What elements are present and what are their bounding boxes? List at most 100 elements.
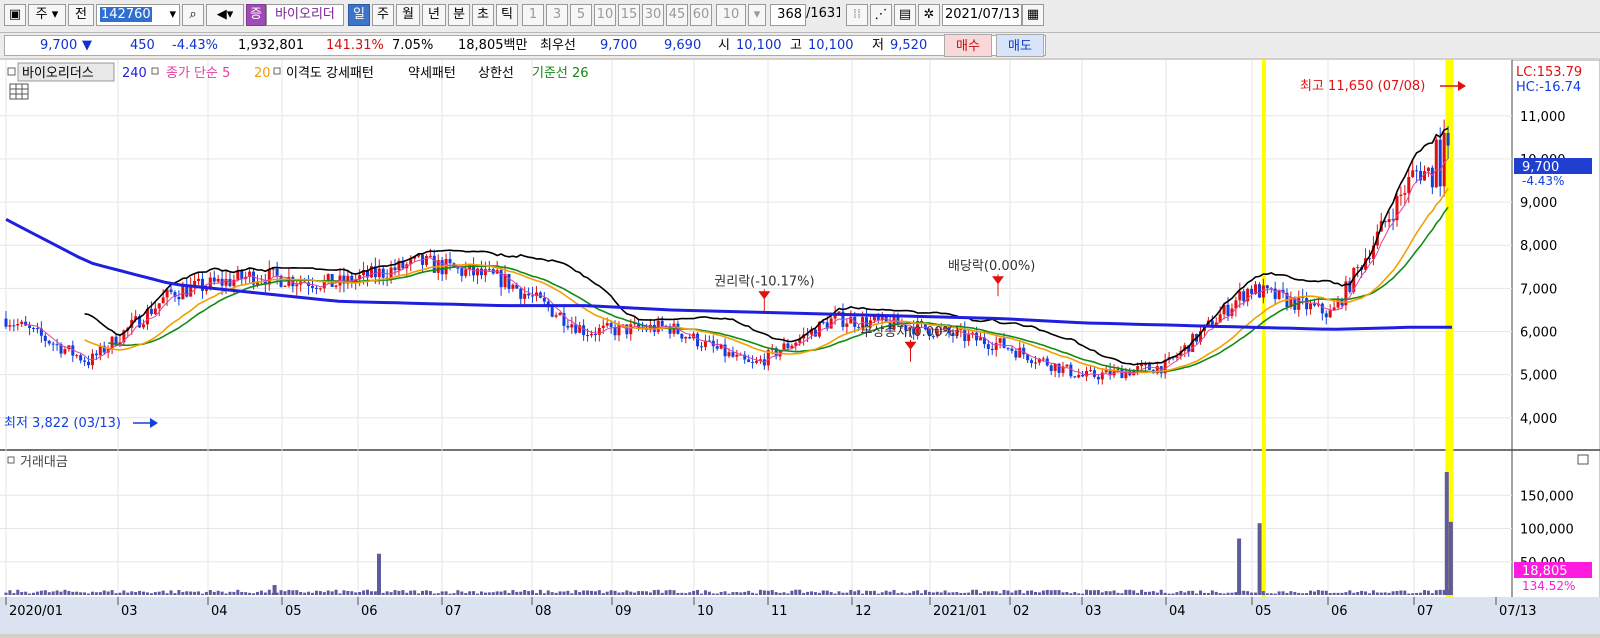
candle	[448, 259, 452, 264]
volume-bar	[169, 590, 173, 595]
volume-bar	[798, 589, 802, 595]
candle	[986, 344, 990, 349]
interval-5[interactable]: 5	[570, 4, 592, 26]
volume-bar	[487, 592, 491, 595]
candle	[197, 278, 201, 281]
volume-bar	[1089, 590, 1092, 595]
quote-turnover: 7.05%	[392, 38, 434, 53]
candle	[1089, 370, 1092, 372]
candle	[656, 320, 660, 332]
volume-bar	[774, 592, 778, 595]
sell-button[interactable]: 매도	[996, 34, 1044, 57]
market-select[interactable]: 주 ▾	[28, 4, 66, 26]
date-tick-label: 09	[615, 604, 632, 619]
volume-bar	[963, 592, 967, 595]
candle	[1242, 291, 1246, 302]
stock-code-input[interactable]: 142760 ▾	[96, 4, 180, 26]
volume-bar	[350, 591, 354, 595]
interval-15[interactable]: 15	[618, 4, 640, 26]
volume-bar	[248, 592, 252, 595]
candle	[334, 285, 338, 287]
chart-area[interactable]: 4,0005,0006,0007,0008,0009,00010,00011,0…	[0, 59, 1600, 635]
volume-bar	[204, 591, 208, 595]
interval-45[interactable]: 45	[666, 4, 688, 26]
speaker-icon[interactable]: ◀▾	[206, 4, 244, 26]
volume-bar	[947, 592, 951, 595]
interval-dropdown-icon[interactable]: ▾	[748, 4, 766, 26]
volume-bar	[845, 592, 849, 595]
volume-bar	[959, 592, 963, 595]
volume-bar	[978, 593, 982, 595]
candle	[479, 268, 483, 276]
volume-bar	[338, 593, 342, 595]
candle	[963, 328, 967, 342]
period-day[interactable]: 일	[348, 4, 370, 26]
candle	[1277, 289, 1281, 299]
candle	[1434, 139, 1438, 188]
volume-bar	[1136, 592, 1140, 595]
volume-bar	[1108, 591, 1112, 595]
buy-button[interactable]: 매수	[944, 34, 992, 57]
volume-bar	[1144, 591, 1148, 595]
candle	[821, 321, 825, 323]
interval-60[interactable]: 60	[690, 4, 712, 26]
period-month[interactable]: 월	[396, 4, 420, 26]
count-input[interactable]: 368	[770, 4, 806, 26]
volume-bar	[295, 590, 299, 595]
volume-bar	[566, 590, 570, 595]
volume-bar	[279, 590, 283, 595]
stock-chart[interactable]: 4,0005,0006,0007,0008,0009,00010,00011,0…	[0, 59, 1600, 635]
volume-bar	[931, 592, 935, 595]
period-minute[interactable]: 분	[448, 4, 470, 26]
volume-bar	[283, 591, 287, 595]
candle	[586, 335, 590, 337]
interval-1[interactable]: 1	[522, 4, 544, 26]
candle	[680, 333, 684, 339]
table-icon[interactable]	[9, 83, 29, 100]
candle	[476, 268, 480, 276]
volume-bar	[1100, 592, 1104, 595]
window-menu-icon[interactable]: ▣	[4, 4, 26, 26]
period-second[interactable]: 초	[472, 4, 494, 26]
candle	[660, 320, 664, 326]
period-tick[interactable]: 틱	[496, 4, 518, 26]
calendar-icon[interactable]: ▦	[1022, 4, 1044, 26]
volume-bar	[605, 591, 609, 595]
interval-10[interactable]: 10	[594, 4, 616, 26]
period-year[interactable]: 년	[422, 4, 446, 26]
prev-button[interactable]: 전	[68, 4, 94, 26]
save-icon[interactable]: ▤	[894, 4, 916, 26]
volume-bar	[1006, 590, 1010, 595]
volume-bar	[1332, 592, 1336, 595]
volume-bar	[67, 591, 71, 595]
volume-bar	[538, 589, 542, 595]
volume-bar	[1336, 592, 1340, 595]
volume-bar	[1096, 589, 1100, 595]
candle	[1096, 376, 1100, 380]
volume-bar	[829, 592, 833, 595]
volume-bar	[939, 592, 943, 595]
candle-settings-icon[interactable]: ⁞⁞	[846, 4, 868, 26]
date-input[interactable]: 2021/07/13	[942, 4, 1022, 26]
date-tick-label: 06	[361, 604, 378, 619]
candle	[200, 278, 204, 291]
stock-type-badge: 증	[246, 4, 266, 26]
interval-3[interactable]: 3	[546, 4, 568, 26]
volume-bar	[755, 593, 759, 595]
candle	[16, 324, 20, 326]
volume-bar	[1407, 593, 1411, 595]
date-tick-label: 07	[1417, 604, 1434, 619]
volume-bar	[715, 593, 719, 595]
volume-bar	[1269, 593, 1273, 595]
volume-bar	[1073, 591, 1077, 595]
search-icon[interactable]: ⌕	[182, 4, 204, 26]
candle	[570, 324, 574, 328]
interval-30[interactable]: 30	[642, 4, 664, 26]
period-week[interactable]: 주	[372, 4, 394, 26]
volume-bar	[589, 590, 593, 595]
indicator-icon[interactable]: ⋰	[870, 4, 892, 26]
gear-icon[interactable]: ✲	[918, 4, 940, 26]
panel-close-icon[interactable]	[1577, 454, 1589, 465]
interval-input[interactable]: 10	[716, 4, 746, 26]
quote-volume-ratio: 141.31%	[326, 38, 384, 53]
